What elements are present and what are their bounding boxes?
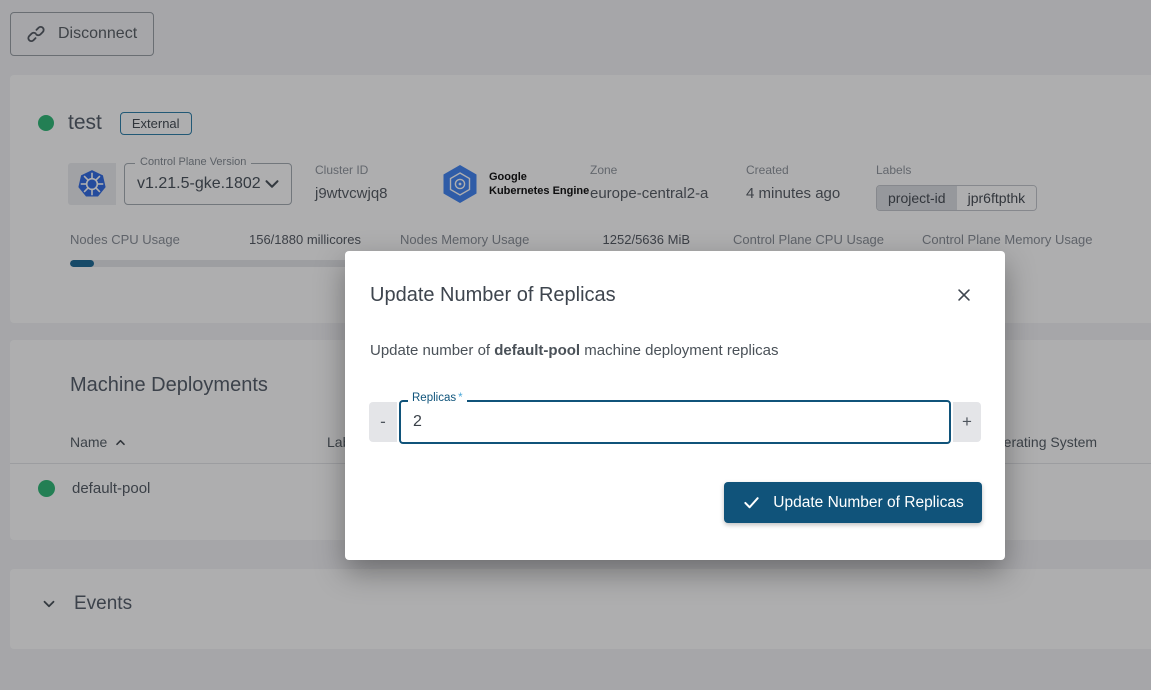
required-mark: * <box>458 392 462 404</box>
replicas-field: Replicas* <box>399 400 951 444</box>
update-replicas-submit-button[interactable]: Update Number of Replicas <box>724 482 982 523</box>
decrement-button[interactable]: - <box>369 402 397 442</box>
submit-label: Update Number of Replicas <box>773 494 963 512</box>
check-icon <box>742 493 761 512</box>
machine-deployment-name-bold: default-pool <box>494 342 580 359</box>
replicas-input[interactable] <box>399 400 951 444</box>
modal-title: Update Number of Replicas <box>370 284 616 307</box>
update-replicas-modal: Update Number of Replicas Update number … <box>345 251 1005 560</box>
increment-button[interactable]: + <box>953 402 981 442</box>
modal-description: Update number of default-pool machine de… <box>370 342 779 359</box>
replicas-field-label: Replicas* <box>408 392 467 404</box>
screen: Disconnect test External <box>0 0 1151 690</box>
replicas-stepper-row: - Replicas* + <box>369 398 981 446</box>
close-icon[interactable] <box>950 281 978 309</box>
